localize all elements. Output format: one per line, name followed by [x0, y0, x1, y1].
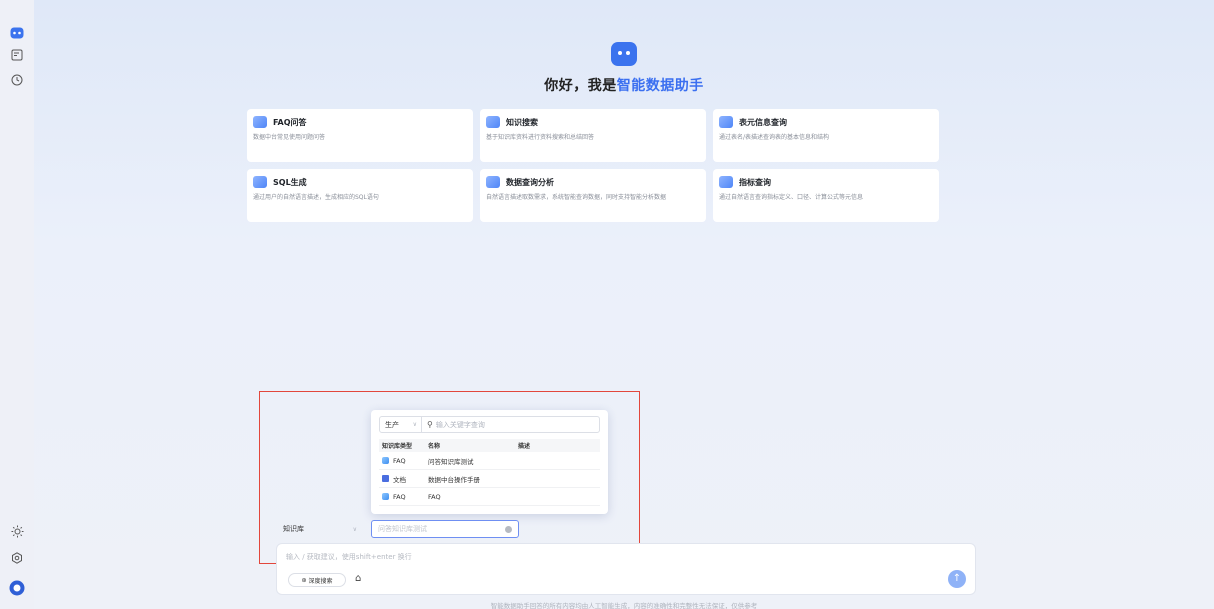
card-title: 数据查询分析 [506, 177, 554, 187]
hero-greeting: 你好，我是 [544, 78, 617, 94]
keyword-search-placeholder: 输入关键字查询 [435, 420, 485, 429]
knowledge-base-icon[interactable]: ⌂ [355, 573, 361, 584]
table-row[interactable]: FAQ FAQ [379, 488, 600, 506]
kb-select-value: 知识库 [283, 525, 304, 533]
card-title: SQL生成 [273, 177, 307, 187]
history-icon[interactable] [8, 71, 26, 89]
sql-icon [253, 176, 267, 188]
card-title: 知识搜索 [506, 117, 538, 127]
env-select-value: 生产 [385, 420, 399, 429]
document-type-icon [382, 475, 389, 482]
column-header-name: 名称 [428, 443, 441, 450]
card-title: FAQ问答 [273, 117, 307, 127]
row-type: 文档 [393, 475, 406, 484]
row-name: 数据中台操作手册 [428, 475, 480, 484]
knowledge-base-type-select[interactable]: 知识库 ∨ [276, 520, 364, 538]
deep-search-label: 深度搜索 [308, 577, 333, 585]
knowledge-base-dropdown: 生产 ∨ ⚲ 输入关键字查询 知识库类型 名称 描述 FAQ 问答知识库测试 文… [371, 410, 608, 514]
faq-type-icon [382, 493, 389, 500]
card-desc: 自然语言描述取数需求，系统智能查询数据，同时支持智能分析数据 [486, 194, 667, 201]
dropdown-filter-bar: 生产 ∨ ⚲ 输入关键字查询 [379, 416, 600, 433]
card-sql-gen[interactable]: SQL生成 通过用户的自然语言描述，生成相应的SQL语句 [247, 169, 473, 222]
card-desc: 通过用户的自然语言描述，生成相应的SQL语句 [253, 194, 379, 201]
card-knowledge-search[interactable]: 知识搜索 基于知识库资料进行资料搜索和总结回答 [480, 109, 706, 162]
knowledge-base-table: 知识库类型 名称 描述 FAQ 问答知识库测试 文档 数据中台操作手册 FAQ … [379, 439, 600, 506]
knowledge-base-input[interactable]: 问答知识库测试 [371, 520, 519, 538]
table-header: 知识库类型 名称 描述 [379, 439, 600, 452]
table-row[interactable]: 文档 数据中台操作手册 [379, 470, 600, 488]
card-metric-query[interactable]: 指标查询 通过自然语言查询指标定义、口径、计算公式等元信息 [713, 169, 939, 222]
arrow-up-icon: ↑ [952, 573, 962, 584]
row-type: FAQ [393, 492, 406, 501]
card-desc: 数据中台常见使用问题问答 [253, 134, 326, 141]
card-title: 表元信息查询 [739, 117, 787, 127]
card-desc: 通过自然语言查询指标定义、口径、计算公式等元信息 [719, 194, 864, 201]
row-name: 问答知识库测试 [428, 457, 474, 466]
hero-title: 你好，我是智能数据助手 [34, 75, 1214, 95]
row-name: FAQ [428, 492, 441, 501]
faq-type-icon [382, 457, 389, 464]
card-desc: 基于知识库资料进行资料搜索和总结回答 [486, 134, 595, 141]
search-icon: ⚲ [427, 420, 433, 429]
footer-disclaimer: 智能数据助手回答的所有内容均由人工智能生成，内容的准确性和完整性无法保证，仅供参… [490, 602, 758, 609]
new-chat-icon[interactable] [8, 46, 26, 64]
hero-assistant-name: 智能数据助手 [616, 78, 704, 94]
chat-input-placeholder: 输入 / 获取建议，使用shift+enter 换行 [286, 553, 412, 561]
assistant-logo-icon [611, 42, 637, 66]
theme-sun-icon[interactable] [8, 522, 26, 540]
deep-search-button[interactable]: ⊛ 深度搜索 [288, 573, 346, 587]
data-analysis-icon [486, 176, 500, 188]
metric-icon [719, 176, 733, 188]
table-meta-icon [719, 116, 733, 128]
chat-bot-icon[interactable] [8, 24, 26, 42]
settings-icon[interactable] [8, 549, 26, 567]
avatar-icon[interactable] [8, 579, 26, 597]
keyword-search-input[interactable]: ⚲ 输入关键字查询 [422, 420, 485, 430]
column-header-type: 知识库类型 [382, 443, 413, 450]
knowledge-search-icon [486, 116, 500, 128]
card-desc: 通过表名/表描述查询表的基本信息和结构 [719, 134, 830, 141]
deep-search-icon: ⊛ [301, 576, 307, 584]
card-faq[interactable]: FAQ问答 数据中台常见使用问题问答 [247, 109, 473, 162]
chat-input-box[interactable]: 输入 / 获取建议，使用shift+enter 换行 ⊛ 深度搜索 ⌂ ↑ [276, 543, 976, 595]
send-button[interactable]: ↑ [948, 570, 966, 588]
card-table-meta[interactable]: 表元信息查询 通过表名/表描述查询表的基本信息和结构 [713, 109, 939, 162]
faq-icon [253, 116, 267, 128]
card-title: 指标查询 [739, 177, 771, 187]
kb-input-placeholder: 问答知识库测试 [378, 525, 427, 533]
left-rail [0, 0, 34, 609]
env-select[interactable]: 生产 ∨ [380, 417, 422, 432]
table-row[interactable]: FAQ 问答知识库测试 [379, 452, 600, 470]
column-header-desc: 描述 [518, 443, 531, 450]
chevron-down-icon: ∨ [412, 421, 417, 428]
row-type: FAQ [393, 456, 406, 465]
hero: 你好，我是智能数据助手 [34, 42, 1214, 95]
card-data-analysis[interactable]: 数据查询分析 自然语言描述取数需求，系统智能查询数据，同时支持智能分析数据 [480, 169, 706, 222]
clear-icon[interactable] [505, 525, 512, 533]
chevron-down-icon: ∨ [352, 525, 357, 533]
capability-cards: FAQ问答 数据中台常见使用问题问答 知识搜索 基于知识库资料进行资料搜索和总结… [247, 109, 939, 222]
